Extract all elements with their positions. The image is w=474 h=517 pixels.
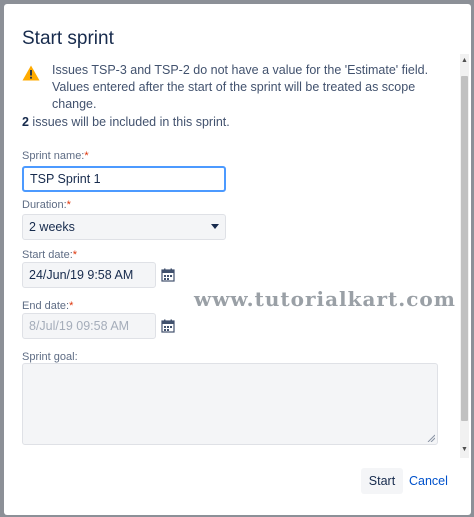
issues-text: issues will be included in this sprint. <box>28 115 230 129</box>
end-date-label: End date:* <box>22 300 74 312</box>
sprint-goal-textarea[interactable] <box>22 363 438 445</box>
watermark: www.tutorialkart.com <box>194 287 456 311</box>
calendar-icon[interactable] <box>161 268 175 282</box>
duration-select[interactable]: 2 weeks <box>22 214 226 240</box>
start-sprint-dialog: Start sprint Issues TSP-3 and TSP-2 do n… <box>4 4 471 515</box>
cancel-link[interactable]: Cancel <box>409 474 448 488</box>
issues-count: 2 <box>22 115 29 129</box>
duration-value: 2 weeks <box>29 220 75 234</box>
required-marker: * <box>72 249 78 261</box>
scroll-down-icon[interactable]: ▼ <box>461 446 468 453</box>
dialog-title: Start sprint <box>22 28 114 49</box>
sprint-goal-label: Sprint goal: <box>22 351 78 363</box>
calendar-icon[interactable] <box>161 319 175 333</box>
warning-icon <box>22 65 40 81</box>
issues-summary: 2 issues will be included in this sprint… <box>22 115 230 129</box>
end-date-input: 8/Jul/19 09:58 AM <box>22 313 156 339</box>
duration-label: Duration:* <box>22 199 71 211</box>
start-date-input[interactable]: 24/Jun/19 9:58 AM <box>22 262 156 288</box>
warning-text: Issues TSP-3 and TSP-2 do not have a val… <box>52 63 429 111</box>
sprint-name-label: Sprint name:* <box>22 150 89 162</box>
warning-message: Issues TSP-3 and TSP-2 do not have a val… <box>22 62 442 113</box>
required-marker: * <box>66 199 71 211</box>
scrollbar[interactable]: ▲ ▼ <box>460 54 469 458</box>
start-button[interactable]: Start <box>361 468 403 494</box>
required-marker: * <box>84 150 89 162</box>
start-date-label: Start date:* <box>22 249 78 261</box>
scrollbar-thumb[interactable] <box>461 76 468 421</box>
sprint-name-input[interactable]: TSP Sprint 1 <box>22 166 226 192</box>
dropdown-arrow-icon <box>211 224 219 229</box>
scroll-up-icon[interactable]: ▲ <box>461 57 468 64</box>
required-marker: * <box>69 300 74 312</box>
resize-grip-icon[interactable] <box>427 434 435 442</box>
